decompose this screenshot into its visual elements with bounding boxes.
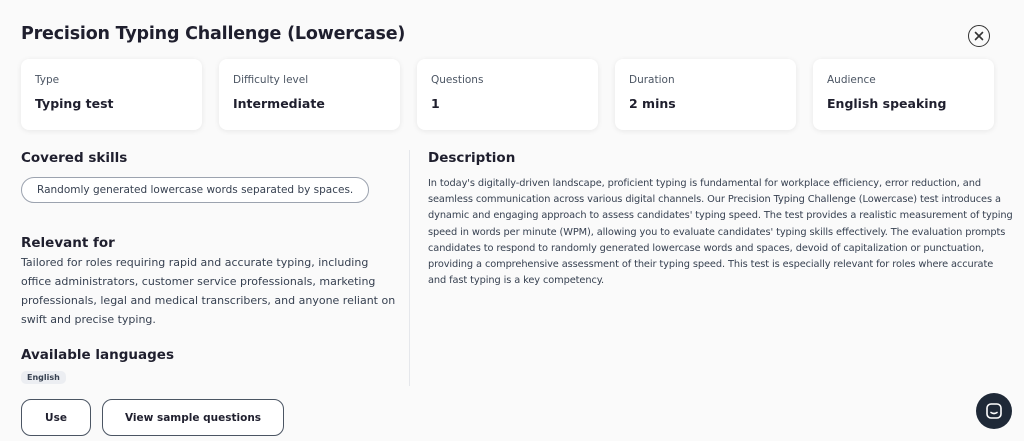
info-card-value: Intermediate	[233, 96, 325, 111]
chat-icon	[986, 403, 1002, 419]
info-card-label: Difficulty level	[233, 74, 309, 86]
info-card-questions: Questions 1	[417, 59, 598, 130]
info-card-duration: Duration 2 mins	[615, 59, 796, 130]
info-card-label: Type	[35, 74, 60, 86]
info-card-difficulty: Difficulty level Intermediate	[219, 59, 400, 130]
info-card-audience: Audience English speaking	[813, 59, 994, 130]
action-bar: Use View sample questions	[21, 399, 284, 436]
page-title: Precision Typing Challenge (Lowercase)	[21, 24, 406, 44]
languages-heading: Available languages	[21, 347, 174, 363]
info-card-label: Audience	[827, 74, 876, 86]
close-button[interactable]	[968, 25, 990, 47]
description-text: In today's digitally-driven landscape, p…	[428, 178, 1013, 287]
info-card-value: 1	[431, 96, 440, 111]
info-card-value: Typing test	[35, 96, 114, 111]
info-card-label: Duration	[629, 74, 675, 86]
view-sample-questions-button[interactable]: View sample questions	[102, 399, 284, 436]
info-card-value: English speaking	[827, 96, 947, 111]
info-card-label: Questions	[431, 74, 484, 86]
language-badge: English	[21, 371, 66, 384]
relevant-for-heading: Relevant for	[21, 235, 115, 251]
chat-button[interactable]	[976, 393, 1012, 429]
covered-skills-heading: Covered skills	[21, 150, 128, 166]
close-icon	[974, 31, 984, 41]
skill-tag: Randomly generated lowercase words separ…	[21, 177, 370, 203]
info-card-value: 2 mins	[629, 96, 676, 111]
description-heading: Description	[428, 150, 516, 166]
right-column: Description In today's digitally-driven …	[428, 150, 1013, 289]
info-cards: Type Typing test Difficulty level Interm…	[21, 59, 994, 130]
column-divider	[409, 150, 410, 386]
info-card-type: Type Typing test	[21, 59, 202, 130]
left-column: Covered skills Randomly generated lowerc…	[21, 150, 396, 384]
relevant-for-text: Tailored for roles requiring rapid and a…	[21, 256, 396, 326]
use-button[interactable]: Use	[21, 399, 91, 436]
